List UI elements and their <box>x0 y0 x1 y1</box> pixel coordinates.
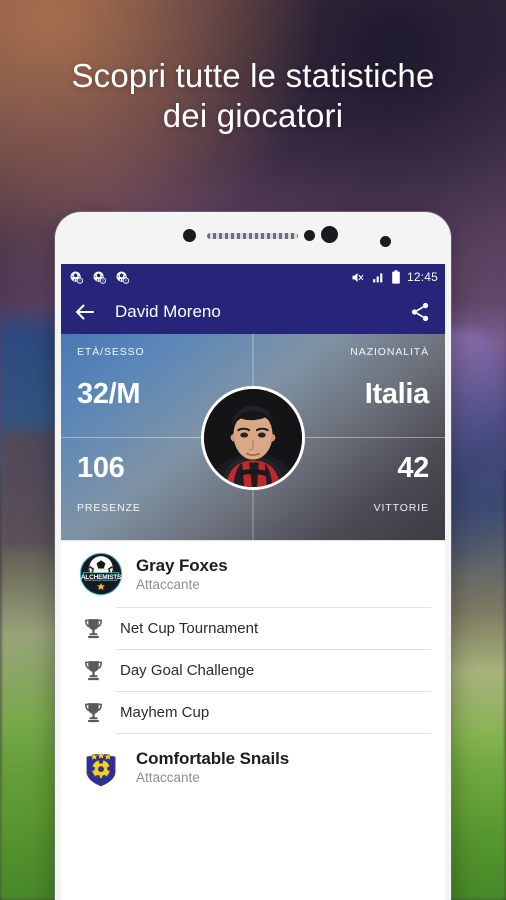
team-role: Attaccante <box>136 770 200 785</box>
team-name: Comfortable Snails <box>136 749 290 768</box>
nationality-value: Italia <box>364 378 430 410</box>
team-name: Gray Foxes <box>136 556 228 575</box>
list-item[interactable]: Comfortable Snails Attaccante <box>61 734 445 800</box>
proximity-sensor-icon <box>183 229 196 242</box>
age-sex-value: 32/M <box>77 378 141 410</box>
team-role: Attaccante <box>136 577 200 592</box>
headline-line-2: dei giocatori <box>162 97 344 134</box>
team-info: Comfortable Snails Attaccante <box>136 749 289 785</box>
battery-icon <box>392 270 400 284</box>
led-indicator-icon <box>380 236 391 247</box>
status-bar-system-icons: 12:45 <box>350 270 438 285</box>
list-item[interactable]: Day Goal Challenge <box>79 650 445 691</box>
appearances-value: 106 <box>77 452 125 484</box>
soccer-ball-notification-icon <box>93 270 107 284</box>
app-bar: David Moreno <box>61 290 445 334</box>
alchemists-crest-icon: CALIFORNIA ALCHEMISTS <box>79 552 123 596</box>
svg-text:ALCHEMISTS: ALCHEMISTS <box>81 574 122 581</box>
page-title: David Moreno <box>115 302 221 321</box>
hero-horizontal-divider-right <box>303 437 445 438</box>
status-bar-clock: 12:45 <box>406 270 438 284</box>
back-arrow-icon[interactable] <box>73 300 97 324</box>
list-item[interactable]: CALIFORNIA ALCHEMISTS Gray Foxes Attacca… <box>61 541 445 607</box>
trophy-icon <box>85 703 102 723</box>
team-info: Gray Foxes Attaccante <box>136 556 228 592</box>
trophy-icon <box>85 619 102 639</box>
trophy-icon <box>85 661 102 681</box>
tournament-label: Mayhem Cup <box>120 704 210 721</box>
tournament-label: Net Cup Tournament <box>120 620 259 637</box>
svg-text:CALIFORNIA: CALIFORNIA <box>88 568 115 572</box>
list-item[interactable]: Mayhem Cup <box>79 692 445 733</box>
soccer-ball-notification-icon <box>70 270 84 284</box>
player-stats-hero: ETÀ/SESSO 32/M NAZIONALITÀ Italia 106 PR… <box>61 334 445 540</box>
soccer-ball-notification-icon <box>116 270 130 284</box>
teams-card: CALIFORNIA ALCHEMISTS Gray Foxes Attacca… <box>61 540 445 860</box>
avatar[interactable] <box>201 386 305 490</box>
snails-crest-icon <box>79 745 123 789</box>
phone-screen: 12:45 David Moreno ETÀ/SESSO 32/M NAZION… <box>61 264 445 900</box>
headline-line-1: Scopri tutte le statistiche <box>71 57 435 94</box>
status-bar: 12:45 <box>61 264 445 290</box>
list-item[interactable]: Net Cup Tournament <box>79 608 445 649</box>
share-icon[interactable] <box>409 301 431 323</box>
front-camera-icon <box>321 226 338 243</box>
age-sex-label: ETÀ/SESSO <box>77 346 145 358</box>
tournament-label: Day Goal Challenge <box>120 662 255 679</box>
earpiece-grille <box>207 233 298 239</box>
hero-horizontal-divider-left <box>61 437 203 438</box>
light-sensor-icon <box>304 230 315 241</box>
appearances-label: PRESENZE <box>77 502 141 514</box>
nationality-label: NAZIONALITÀ <box>350 346 429 358</box>
status-bar-notifications <box>69 270 130 285</box>
wins-value: 42 <box>397 452 429 484</box>
volume-muted-icon <box>352 272 364 282</box>
phone-mockup: 12:45 David Moreno ETÀ/SESSO 32/M NAZION… <box>55 212 451 900</box>
signal-bars-icon <box>373 272 383 282</box>
promo-headline: Scopri tutte le statistiche dei giocator… <box>0 56 506 136</box>
wins-label: VITTORIE <box>373 502 429 514</box>
phone-bezel-top <box>55 212 451 264</box>
